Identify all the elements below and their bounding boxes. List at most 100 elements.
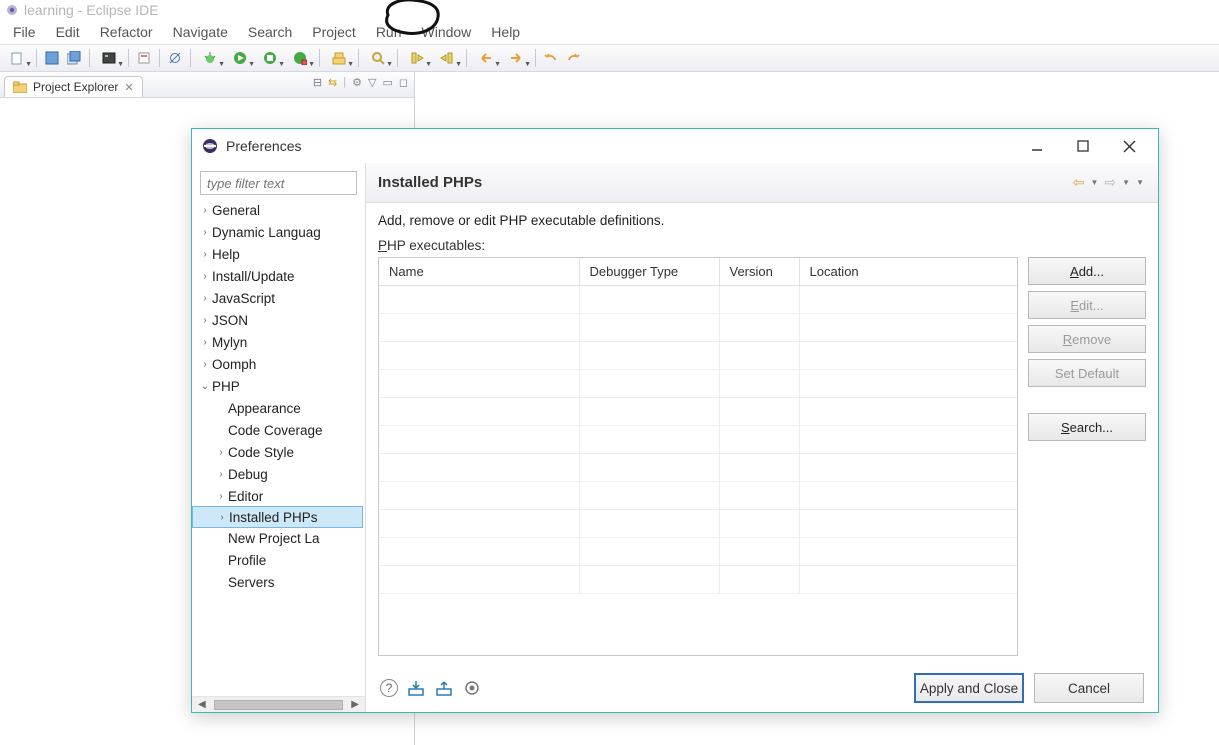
close-icon[interactable]: ✕ [124,81,133,94]
tree-node-dynamic-languag[interactable]: ›Dynamic Languag [192,221,363,243]
tree-node-json[interactable]: ›JSON [192,309,363,331]
menu-project[interactable]: Project [303,22,365,42]
set-default-button[interactable]: Set Default [1028,359,1146,387]
chevron-right-icon[interactable]: › [214,491,228,502]
menu-help[interactable]: Help [482,22,529,42]
external-tools-button[interactable]: ▼ [287,49,313,67]
dropdown-caret-icon[interactable]: ▼ [1089,178,1101,187]
nav-forward-icon[interactable]: ⇨ [1102,174,1118,191]
menu-edit[interactable]: Edit [47,22,89,42]
scroll-left-icon[interactable]: ◀ [194,699,210,710]
chevron-right-icon[interactable]: › [198,249,212,260]
menu-search[interactable]: Search [239,22,301,42]
chevron-right-icon[interactable]: › [198,271,212,282]
new-button[interactable]: ▼ [4,49,30,67]
col-location[interactable]: Location [799,258,1017,286]
new-server-button[interactable]: ▼ [326,49,352,67]
import-icon[interactable] [408,680,426,696]
search-button[interactable]: ▼ [365,49,391,67]
link-editor-icon[interactable]: ⇆ [328,76,337,89]
redo-nav-icon[interactable] [564,49,582,67]
chevron-right-icon[interactable]: › [215,512,229,523]
col-version[interactable]: Version [719,258,799,286]
chevron-right-icon[interactable]: › [198,337,212,348]
dropdown-caret-icon[interactable]: ▼ [1120,178,1132,187]
tree-hscrollbar[interactable]: ◀ ▶ [192,696,365,712]
scroll-thumb[interactable] [214,700,344,710]
tree-node-help[interactable]: ›Help [192,243,363,265]
tree-node-oomph[interactable]: ›Oomph [192,353,363,375]
next-annotation-button[interactable]: ▼ [404,49,430,67]
toolbar: ▼ ▼ ▼ ▼ ▼ ▼ ▼ ▼ ▼ ▼ ▼ ▼ [0,44,1219,72]
nav-back-icon[interactable]: ⇦ [1071,174,1087,191]
prev-annotation-button[interactable]: ▼ [434,49,460,67]
help-icon[interactable]: ? [380,679,398,697]
undo-nav-icon[interactable] [542,49,560,67]
edit-button[interactable]: Edit... [1028,291,1146,319]
chevron-right-icon[interactable]: › [214,469,228,480]
coverage-button[interactable]: ▼ [257,49,283,67]
button-column: Add... Edit... Remove Set Default Search… [1028,257,1146,656]
minimize-view-icon[interactable]: ▭ [382,76,392,89]
tree-node-code-coverage[interactable]: Code Coverage [192,419,363,441]
back-history-button[interactable]: ▼ [473,49,499,67]
tree-node-mylyn[interactable]: ›Mylyn [192,331,363,353]
tree-node-profile[interactable]: Profile [192,549,363,571]
remove-button[interactable]: Remove [1028,325,1146,353]
menu-file[interactable]: File [4,22,45,42]
run-button[interactable]: ▼ [227,49,253,67]
chevron-right-icon[interactable]: › [198,359,212,370]
tree-node-appearance[interactable]: Appearance [192,397,363,419]
tree-node-general[interactable]: ›General [192,199,363,221]
chevron-right-icon[interactable]: › [198,227,212,238]
project-explorer-tab[interactable]: Project Explorer ✕ [4,76,143,97]
menu-refactor[interactable]: Refactor [91,22,162,42]
minimize-button[interactable] [1018,132,1056,160]
toolbar-separator [36,49,37,67]
executables-table[interactable]: Name Debugger Type Version Location [378,257,1018,656]
skip-breakpoints-icon[interactable] [166,49,184,67]
menu-run[interactable]: Run [367,22,411,42]
chevron-right-icon[interactable]: › [198,315,212,326]
tree-node-debug[interactable]: ›Debug [192,463,363,485]
maximize-button[interactable] [1064,132,1102,160]
dropdown-caret-icon[interactable]: ▽ [368,76,376,89]
chevron-down-icon[interactable]: ⌄ [198,381,212,392]
saveall-button[interactable] [65,49,83,67]
menu-navigate[interactable]: Navigate [164,22,237,42]
debug-button[interactable]: ▼ [197,49,223,67]
tree-node-install-update[interactable]: ›Install/Update [192,265,363,287]
filter-input[interactable] [200,171,357,195]
add-button[interactable]: Add... [1028,257,1146,285]
scroll-right-icon[interactable]: ▶ [347,699,363,710]
apply-close-button[interactable]: Apply and Close [914,673,1024,703]
forward-history-button[interactable]: ▼ [503,49,529,67]
chevron-right-icon[interactable]: › [214,447,228,458]
chevron-right-icon[interactable]: › [198,205,212,216]
tree-node-code-style[interactable]: ›Code Style [192,441,363,463]
tree-node-editor[interactable]: ›Editor [192,485,363,507]
tree-node-new-project-la[interactable]: New Project La [192,527,363,549]
build-button[interactable] [135,49,153,67]
col-name[interactable]: Name [379,258,579,286]
tree-node-php[interactable]: ⌄PHP [192,375,363,397]
close-button[interactable] [1110,132,1148,160]
cancel-button[interactable]: Cancel [1034,673,1144,703]
export-icon[interactable] [436,680,454,696]
menu-window[interactable]: Window [413,22,481,42]
view-menu-icon[interactable]: ⚙ [352,76,362,89]
search-button[interactable]: Search... [1028,413,1146,441]
preferences-tree[interactable]: ›General›Dynamic Languag›Help›Install/Up… [192,199,365,696]
folder-icon [13,81,27,93]
record-icon[interactable] [464,680,480,696]
col-debugger-type[interactable]: Debugger Type [579,258,719,286]
page-description: Add, remove or edit PHP executable defin… [378,213,1146,228]
maximize-view-icon[interactable]: ◻ [399,76,408,89]
tree-node-installed-phps[interactable]: ›Installed PHPs [192,506,363,528]
collapse-all-icon[interactable]: ⊟ [313,76,322,89]
save-button[interactable] [43,49,61,67]
tree-node-servers[interactable]: Servers [192,571,363,593]
tree-node-javascript[interactable]: ›JavaScript [192,287,363,309]
chevron-right-icon[interactable]: › [198,293,212,304]
terminal-button[interactable]: ▼ [96,49,122,67]
